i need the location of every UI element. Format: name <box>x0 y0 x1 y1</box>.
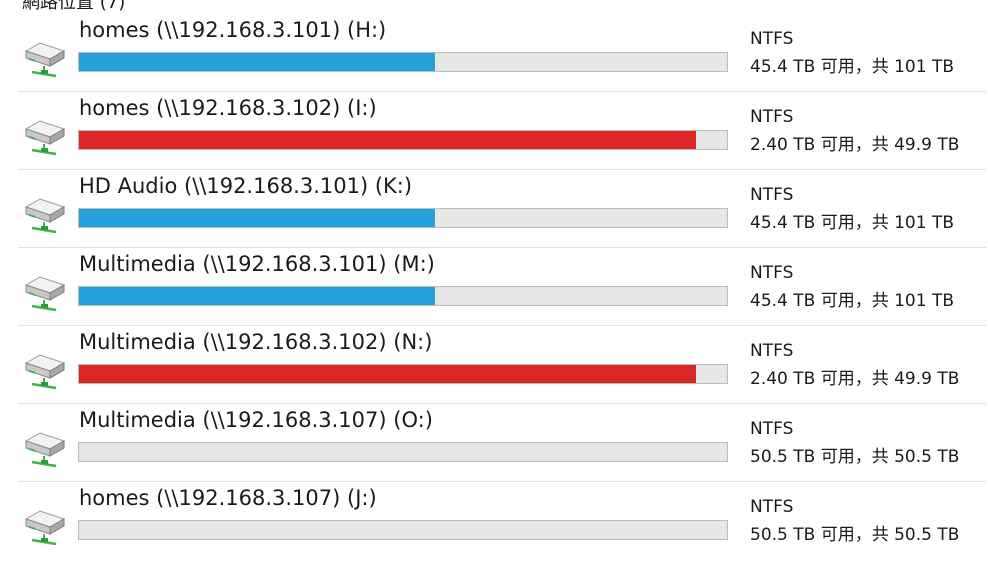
filesystem-label: NTFS <box>750 107 794 127</box>
drive-name: Multimedia (\\192.168.3.102) (N:) <box>79 330 433 354</box>
usage-bar <box>78 442 728 462</box>
drive-row-o[interactable]: Multimedia (\\192.168.3.107) (O:) NTFS 5… <box>18 404 986 482</box>
filesystem-label: NTFS <box>750 497 794 517</box>
drive-row-k[interactable]: HD Audio (\\192.168.3.101) (K:) NTFS 45.… <box>18 170 986 248</box>
network-drive-icon <box>20 272 68 312</box>
drive-row-h[interactable]: homes (\\192.168.3.101) (H:) NTFS 45.4 T… <box>18 14 986 92</box>
usage-fill <box>79 53 436 71</box>
usage-fill <box>79 209 436 227</box>
drive-row-i[interactable]: homes (\\192.168.3.102) (I:) NTFS 2.40 T… <box>18 92 986 170</box>
drive-name: homes (\\192.168.3.107) (J:) <box>79 486 377 510</box>
usage-bar <box>78 364 728 384</box>
usage-bar <box>78 286 728 306</box>
network-drive-icon <box>20 428 68 468</box>
drive-name: Multimedia (\\192.168.3.107) (O:) <box>79 408 433 432</box>
free-space-label: 2.40 TB 可用，共 49.9 TB <box>750 369 960 389</box>
drive-row-j[interactable]: homes (\\192.168.3.107) (J:) NTFS 50.5 T… <box>18 482 986 560</box>
usage-bar <box>78 52 728 72</box>
free-space-label: 50.5 TB 可用，共 50.5 TB <box>750 447 960 467</box>
drive-name: homes (\\192.168.3.101) (H:) <box>79 18 387 42</box>
drive-row-n[interactable]: Multimedia (\\192.168.3.102) (N:) NTFS 2… <box>18 326 986 404</box>
network-drive-icon <box>20 350 68 390</box>
usage-bar <box>78 130 728 150</box>
free-space-label: 2.40 TB 可用，共 49.9 TB <box>750 135 960 155</box>
free-space-label: 45.4 TB 可用，共 101 TB <box>750 57 955 77</box>
filesystem-label: NTFS <box>750 341 794 361</box>
drive-row-m[interactable]: Multimedia (\\192.168.3.101) (M:) NTFS 4… <box>18 248 986 326</box>
network-drive-icon <box>20 194 68 234</box>
usage-fill <box>79 131 696 149</box>
free-space-label: 50.5 TB 可用，共 50.5 TB <box>750 525 960 545</box>
network-drive-icon <box>20 38 68 78</box>
network-drive-icon <box>20 116 68 156</box>
usage-bar <box>78 208 728 228</box>
usage-fill <box>79 287 436 305</box>
filesystem-label: NTFS <box>750 419 794 439</box>
usage-bar <box>78 520 728 540</box>
drive-name: homes (\\192.168.3.102) (I:) <box>79 96 377 120</box>
drive-name: Multimedia (\\192.168.3.101) (M:) <box>79 252 435 276</box>
free-space-label: 45.4 TB 可用，共 101 TB <box>750 213 955 233</box>
drive-name: HD Audio (\\192.168.3.101) (K:) <box>79 174 413 198</box>
filesystem-label: NTFS <box>750 185 794 205</box>
network-drive-icon <box>20 506 68 546</box>
filesystem-label: NTFS <box>750 29 794 49</box>
usage-fill <box>79 365 696 383</box>
free-space-label: 45.4 TB 可用，共 101 TB <box>750 291 955 311</box>
filesystem-label: NTFS <box>750 263 794 283</box>
section-header-partial: 網路位置 (7) <box>22 0 126 13</box>
